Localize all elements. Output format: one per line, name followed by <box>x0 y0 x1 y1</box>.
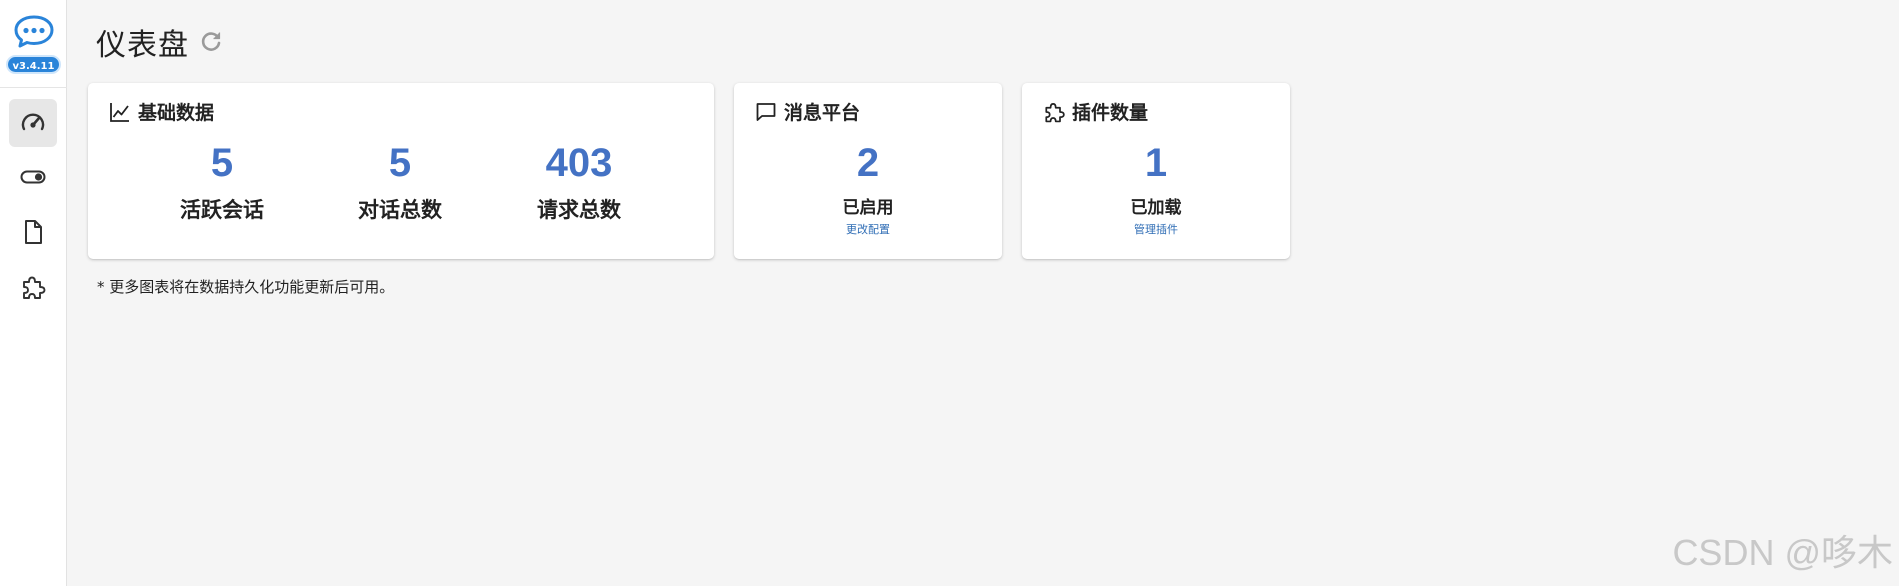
watermark: CSDN @哆木 <box>1672 532 1893 573</box>
plugin-count-card: 插件数量 1 已加载 管理插件 <box>1022 83 1290 259</box>
puzzle-icon <box>23 276 46 299</box>
stat-value: 5 <box>210 141 234 185</box>
sidebar: v3.4.11 <box>0 0 67 586</box>
stat-total-conversations: 5 对话总数 <box>335 141 465 224</box>
stat-active-sessions: 5 活跃会话 <box>157 141 287 224</box>
sidebar-divider <box>0 87 67 88</box>
card-header: 消息平台 <box>754 98 860 125</box>
stat-value: 1 <box>1144 141 1168 185</box>
card-title: 插件数量 <box>1072 102 1149 124</box>
manage-plugins-link[interactable]: 管理插件 <box>1091 221 1221 237</box>
version-badge: v3.4.11 <box>6 55 61 74</box>
message-platform-card: 消息平台 2 已启用 更改配置 <box>734 83 1002 259</box>
card-header: 插件数量 <box>1042 98 1148 125</box>
chat-bubble-icon <box>756 102 776 121</box>
stat-label: 已启用 <box>842 198 894 218</box>
stat-label: 对话总数 <box>358 198 442 222</box>
stat-label: 请求总数 <box>537 198 621 222</box>
stat-label: 已加载 <box>1130 198 1182 218</box>
refresh-icon[interactable] <box>198 29 224 55</box>
stat-total-requests: 403 请求总数 <box>514 141 644 224</box>
sidebar-item-toggle[interactable] <box>9 153 57 201</box>
stat-label: 活跃会话 <box>180 198 264 222</box>
line-chart-icon <box>110 102 129 122</box>
chat-logo-icon <box>12 14 56 50</box>
sidebar-item-plugins[interactable] <box>9 263 57 311</box>
toggle-switch-icon <box>20 170 46 184</box>
card-title: 基础数据 <box>138 102 215 124</box>
sidebar-item-document[interactable] <box>9 208 57 256</box>
speedometer-icon <box>21 113 45 131</box>
main-content: 仪表盘 基础数据 5 活跃会话 5 对话总数 403 请求总数 消息平台 2 已… <box>68 0 1899 586</box>
card-header: 基础数据 <box>108 98 214 125</box>
change-config-link[interactable]: 更改配置 <box>803 221 933 237</box>
footnote: * 更多图表将在数据持久化功能更新后可用。 <box>97 278 395 296</box>
card-title: 消息平台 <box>784 102 861 124</box>
puzzle-icon <box>1045 102 1065 122</box>
stat-value: 403 <box>545 141 613 185</box>
stat-enabled-platforms: 2 已启用 更改配置 <box>803 141 933 237</box>
basic-data-card: 基础数据 5 活跃会话 5 对话总数 403 请求总数 <box>88 83 714 259</box>
sidebar-item-dashboard[interactable] <box>9 99 57 147</box>
stat-value: 5 <box>388 141 412 185</box>
app-root: v3.4.11 仪表盘 基础数据 5 活跃会话 5 对话总数 403 请求总数 … <box>0 0 1899 586</box>
page-title: 仪表盘 <box>96 28 189 63</box>
stat-loaded-plugins: 1 已加载 管理插件 <box>1091 141 1221 237</box>
file-icon <box>25 220 42 244</box>
stat-value: 2 <box>856 141 880 185</box>
